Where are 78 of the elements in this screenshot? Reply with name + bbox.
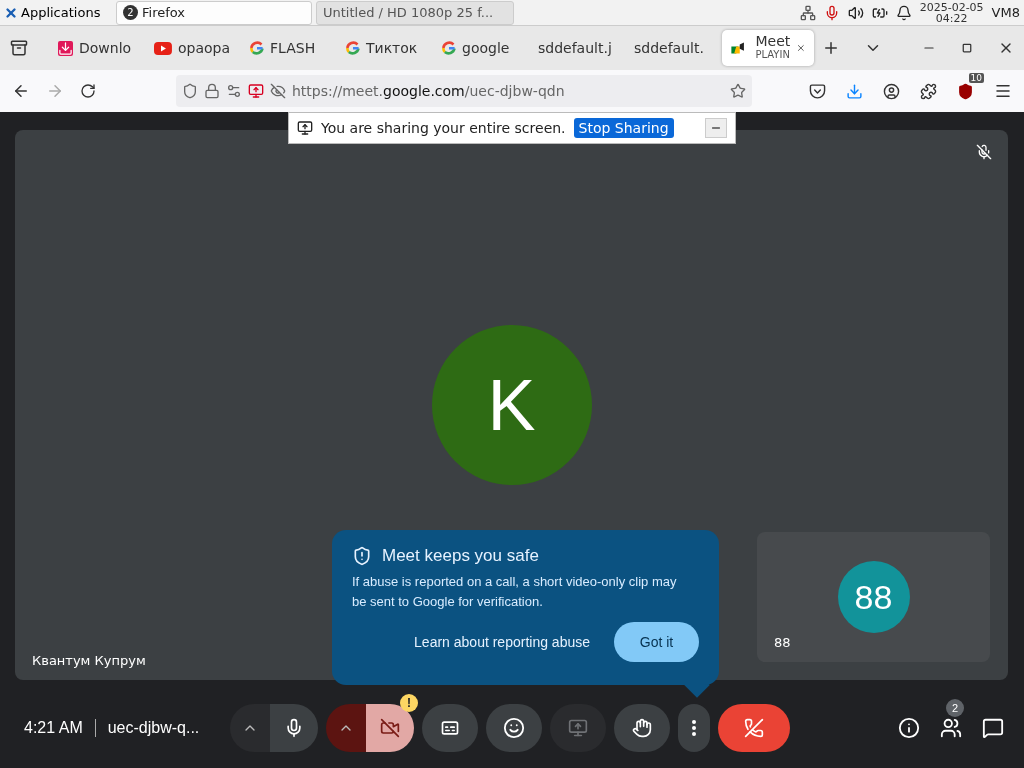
got-it-button[interactable]: Got it xyxy=(614,622,699,662)
leave-call-button[interactable] xyxy=(718,704,790,752)
captions-button[interactable] xyxy=(422,704,478,752)
participant-avatar: K xyxy=(431,325,592,485)
permissions-icon[interactable] xyxy=(226,83,242,99)
browser-tab[interactable]: opaopa xyxy=(146,30,238,66)
user-name[interactable]: VM8 xyxy=(991,5,1020,20)
people-count-badge: 2 xyxy=(946,699,964,717)
taskbar-window-button[interactable]: Untitled / HD 1080p 25 f... xyxy=(316,0,514,25)
bookmark-star-icon[interactable] xyxy=(730,83,746,99)
popup-title: Meet keeps you safe xyxy=(382,546,539,566)
smiley-icon xyxy=(503,717,525,739)
shield-info-icon xyxy=(352,546,372,566)
screen-share-icon[interactable] xyxy=(248,83,264,99)
more-icon xyxy=(692,720,696,736)
meeting-time: 4:21 AM xyxy=(24,719,83,737)
shield-icon[interactable] xyxy=(182,83,198,99)
puzzle-icon xyxy=(920,82,937,100)
camera-off-icon xyxy=(380,718,400,738)
url-text: https://meet.google.com/uec-djbw-qdn xyxy=(292,83,566,99)
menu-icon xyxy=(994,82,1012,100)
minimize-bar-button[interactable] xyxy=(705,118,727,138)
sharing-message: You are sharing your entire screen. xyxy=(321,120,566,136)
download-icon xyxy=(58,40,73,56)
screen-share-icon xyxy=(297,120,313,136)
meeting-code: uec-djbw-q... xyxy=(107,719,200,737)
lock-icon[interactable] xyxy=(204,83,220,99)
browser-tab[interactable]: sddefault. xyxy=(626,30,718,66)
pocket-icon xyxy=(809,82,826,100)
popup-body: If abuse is reported on a call, a short video-only clip may be sent to Google for verification. xyxy=(352,573,678,611)
chat-icon xyxy=(982,717,1004,739)
hang-up-icon xyxy=(744,718,764,738)
hidden-eye-icon[interactable] xyxy=(270,83,286,99)
reload-icon xyxy=(80,83,96,99)
download-icon xyxy=(846,82,863,100)
more-options-button[interactable] xyxy=(678,704,710,752)
self-name: 88 xyxy=(774,635,791,650)
play-icon xyxy=(154,41,172,55)
network-icon[interactable] xyxy=(799,4,816,21)
browser-tab[interactable]: sddefault.j xyxy=(530,30,622,66)
info-icon xyxy=(898,717,920,739)
google-logo-icon xyxy=(442,41,456,55)
present-screen-icon xyxy=(568,718,588,738)
shield-icon xyxy=(957,82,974,100)
reactions-button[interactable] xyxy=(486,704,542,752)
browser-tab[interactable]: FLASH xyxy=(242,30,334,66)
forward-arrow-icon xyxy=(46,82,64,100)
captions-icon xyxy=(440,718,460,738)
raise-hand-button[interactable] xyxy=(614,704,670,752)
browser-tab[interactable]: Meet PLAYIN xyxy=(722,30,814,66)
clock[interactable]: 2025-02-05 04:22 xyxy=(919,1,984,24)
tray-icon xyxy=(10,39,28,57)
taskbar-window-button[interactable]: 2 Firefox xyxy=(116,0,312,25)
account-icon xyxy=(883,82,900,100)
cross-logo-icon xyxy=(4,5,18,20)
browser-tab[interactable]: Тикток xyxy=(338,30,430,66)
self-avatar: 88 xyxy=(837,561,910,633)
plus-icon xyxy=(822,39,840,57)
learn-more-link[interactable]: Learn about reporting abuse xyxy=(414,634,590,650)
participant-name: Квантум Купрум xyxy=(32,653,146,668)
people-icon xyxy=(940,717,962,739)
camera-button[interactable] xyxy=(366,704,414,752)
volume-icon[interactable] xyxy=(847,4,864,21)
google-logo-icon xyxy=(346,41,360,55)
google-logo-icon xyxy=(250,41,264,55)
address-field[interactable]: https://meet.google.com/uec-djbw-qdn xyxy=(176,75,752,107)
microphone-icon xyxy=(284,718,304,738)
maximize-icon xyxy=(962,43,972,53)
hand-icon xyxy=(632,718,652,738)
extension-badge: 10 xyxy=(968,72,984,83)
stop-sharing-button[interactable]: Stop Sharing xyxy=(573,118,674,138)
microphone-button[interactable] xyxy=(270,704,318,752)
notification-icon[interactable] xyxy=(895,4,912,21)
browser-tab[interactable]: google xyxy=(434,30,526,66)
warning-badge: ! xyxy=(400,694,418,712)
window-count-badge: 2 xyxy=(123,5,138,20)
browser-tab[interactable]: Downlo xyxy=(50,30,142,66)
applications-menu-button[interactable]: Applications xyxy=(4,5,112,20)
